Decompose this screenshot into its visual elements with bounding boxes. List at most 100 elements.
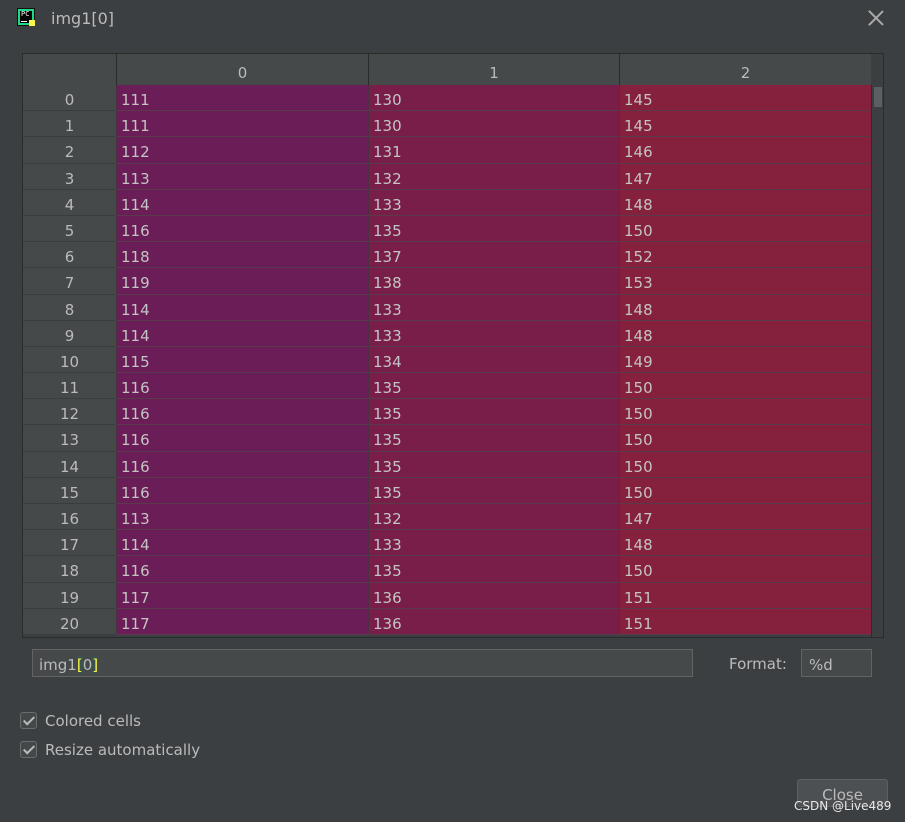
table-cell[interactable]: 135 [368, 399, 619, 426]
table-cell[interactable]: 134 [368, 346, 619, 374]
table-row: 19 117 136 151 [23, 582, 871, 609]
table-cell[interactable]: 116 [116, 215, 368, 243]
column-header-0[interactable]: 0 [116, 54, 368, 85]
resize-automatically-label[interactable]: Resize automatically [45, 741, 200, 759]
table-cell[interactable]: 111 [116, 85, 368, 112]
table-row: 12 116 135 150 [23, 399, 871, 426]
expression-prefix: img1 [39, 656, 77, 674]
colored-cells-checkbox[interactable] [20, 712, 37, 729]
table-cell[interactable]: 150 [619, 373, 871, 400]
table-cell[interactable]: 148 [619, 320, 871, 347]
table-cell[interactable]: 116 [116, 425, 368, 452]
table-cell[interactable]: 133 [368, 530, 619, 557]
table-cell[interactable]: 113 [116, 163, 368, 190]
table-cell[interactable]: 133 [368, 189, 619, 216]
table-cell[interactable]: 151 [619, 582, 871, 609]
table-cell[interactable]: 115 [116, 346, 368, 374]
vertical-scrollbar[interactable] [871, 85, 883, 637]
table-cell[interactable]: 117 [116, 582, 368, 609]
table-cell[interactable]: 114 [116, 320, 368, 347]
table-cell[interactable]: 135 [368, 373, 619, 400]
table-cell[interactable]: 112 [116, 137, 368, 164]
table-cell[interactable]: 150 [619, 477, 871, 504]
row-header[interactable]: 0 [23, 85, 116, 112]
table-cell[interactable]: 148 [619, 294, 871, 321]
table-cell[interactable]: 146 [619, 137, 871, 164]
table-cell[interactable]: 145 [619, 85, 871, 112]
row-header[interactable]: 16 [23, 504, 116, 531]
row-header[interactable]: 6 [23, 242, 116, 269]
table-row: 8 114 133 148 [23, 294, 871, 321]
row-header[interactable]: 11 [23, 373, 116, 400]
table-cell[interactable]: 133 [368, 294, 619, 321]
table-cell[interactable]: 131 [368, 137, 619, 164]
table-cell[interactable]: 114 [116, 189, 368, 216]
table-cell[interactable]: 114 [116, 294, 368, 321]
table-cell[interactable]: 150 [619, 399, 871, 426]
table-cell[interactable]: 149 [619, 346, 871, 374]
table-cell[interactable]: 135 [368, 556, 619, 583]
table-cell[interactable]: 132 [368, 504, 619, 531]
table-cell[interactable]: 116 [116, 556, 368, 583]
table-cell[interactable]: 136 [368, 608, 619, 635]
row-header[interactable]: 9 [23, 320, 116, 347]
row-header[interactable]: 15 [23, 477, 116, 504]
table-cell[interactable]: 147 [619, 163, 871, 190]
table-cell[interactable]: 116 [116, 399, 368, 426]
table-cell[interactable]: 116 [116, 373, 368, 400]
row-header[interactable]: 10 [23, 346, 116, 374]
row-header[interactable]: 19 [23, 582, 116, 609]
row-header[interactable]: 14 [23, 451, 116, 478]
table-cell[interactable]: 130 [368, 111, 619, 138]
row-header[interactable]: 4 [23, 189, 116, 216]
table-cell[interactable]: 135 [368, 477, 619, 504]
row-header[interactable]: 3 [23, 163, 116, 190]
table-cell[interactable]: 135 [368, 451, 619, 478]
table-cell[interactable]: 135 [368, 425, 619, 452]
table-cell[interactable]: 152 [619, 242, 871, 269]
row-header[interactable]: 20 [23, 608, 116, 635]
table-cell[interactable]: 116 [116, 477, 368, 504]
column-header-2[interactable]: 2 [619, 54, 871, 85]
row-header[interactable]: 17 [23, 530, 116, 557]
row-header[interactable]: 13 [23, 425, 116, 452]
table-cell[interactable]: 145 [619, 111, 871, 138]
table-cell[interactable]: 118 [116, 242, 368, 269]
column-header-1[interactable]: 1 [368, 54, 619, 85]
row-header[interactable]: 1 [23, 111, 116, 138]
row-header[interactable]: 5 [23, 215, 116, 243]
table-cell[interactable]: 150 [619, 451, 871, 478]
scrollbar-thumb[interactable] [874, 87, 882, 107]
table-cell[interactable]: 119 [116, 268, 368, 295]
format-input[interactable]: %d [801, 649, 872, 677]
table-cell[interactable]: 132 [368, 163, 619, 190]
table-cell[interactable]: 135 [368, 215, 619, 243]
expression-input[interactable]: img1[0] [32, 649, 693, 677]
table-cell[interactable]: 113 [116, 504, 368, 531]
row-header[interactable]: 2 [23, 137, 116, 164]
table-cell[interactable]: 148 [619, 189, 871, 216]
table-cell[interactable]: 133 [368, 320, 619, 347]
table-cell[interactable]: 111 [116, 111, 368, 138]
table-cell[interactable]: 116 [116, 451, 368, 478]
resize-automatically-checkbox[interactable] [20, 741, 37, 758]
table-cell[interactable]: 153 [619, 268, 871, 295]
colored-cells-label[interactable]: Colored cells [45, 712, 141, 730]
table-cell[interactable]: 150 [619, 215, 871, 243]
table-cell[interactable]: 117 [116, 608, 368, 635]
table-cell[interactable]: 136 [368, 582, 619, 609]
table-cell[interactable]: 130 [368, 85, 619, 112]
table-cell[interactable]: 150 [619, 425, 871, 452]
row-header[interactable]: 18 [23, 556, 116, 583]
row-header[interactable]: 7 [23, 268, 116, 295]
table-cell[interactable]: 151 [619, 608, 871, 635]
close-icon[interactable] [866, 8, 886, 28]
table-cell[interactable]: 137 [368, 242, 619, 269]
table-cell[interactable]: 138 [368, 268, 619, 295]
table-cell[interactable]: 114 [116, 530, 368, 557]
table-cell[interactable]: 147 [619, 504, 871, 531]
row-header[interactable]: 12 [23, 399, 116, 426]
table-cell[interactable]: 150 [619, 556, 871, 583]
table-cell[interactable]: 148 [619, 530, 871, 557]
row-header[interactable]: 8 [23, 294, 116, 321]
